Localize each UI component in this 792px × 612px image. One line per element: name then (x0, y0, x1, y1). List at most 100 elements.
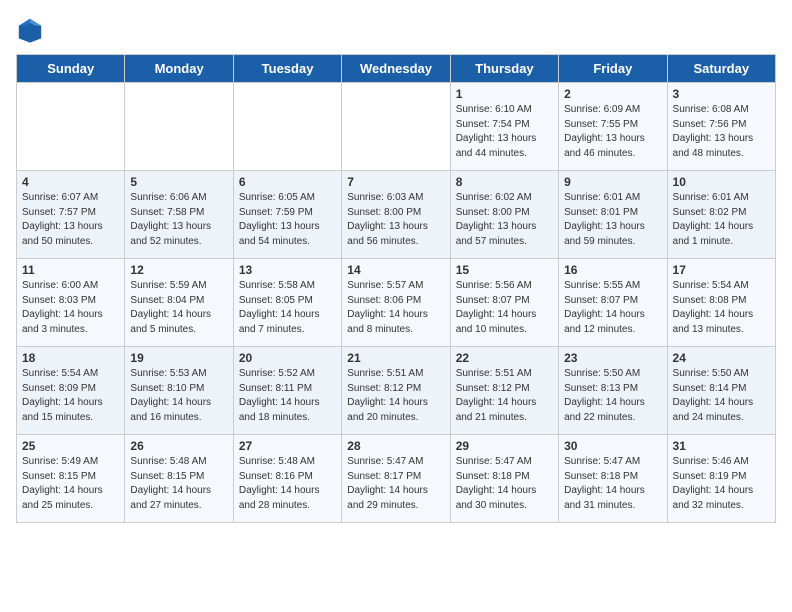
header-saturday: Saturday (667, 55, 775, 83)
cell-daylight-info: Sunrise: 5:52 AM Sunset: 8:11 PM Dayligh… (239, 367, 336, 425)
cell-daylight-info: Sunrise: 5:56 AM Sunset: 8:07 PM Dayligh… (456, 279, 553, 337)
calendar-cell: 9 Sunrise: 6:01 AM Sunset: 8:01 PM Daylig… (559, 171, 667, 259)
calendar-cell: 15Sunrise: 5:56 AM Sunset: 8:07 PM Dayli… (450, 259, 558, 347)
day-number: 9 (564, 175, 661, 189)
day-number: 6 (239, 175, 336, 189)
calendar-cell: 24Sunrise: 5:50 AM Sunset: 8:14 PM Dayli… (667, 347, 775, 435)
day-number: 11 (22, 263, 119, 277)
calendar-cell: 6 Sunrise: 6:05 AM Sunset: 7:59 PM Daylig… (233, 171, 341, 259)
calendar-cell: 16 Sunrise: 5:55 AM Sunset: 8:07 PM Dayli… (559, 259, 667, 347)
cell-daylight-info: Sunrise: 6:09 AM Sunset: 7:55 PM Dayligh… (564, 103, 661, 161)
calendar-cell (233, 83, 341, 171)
day-number: 16 (564, 263, 661, 277)
cell-daylight-info: Sunrise: 5:47 AM Sunset: 8:17 PM Dayligh… (347, 455, 444, 513)
cell-daylight-info: Sunrise: 5:54 AM Sunset: 8:08 PM Dayligh… (673, 279, 770, 337)
calendar-cell: 10 Sunrise: 6:01 AM Sunset: 8:02 PM Dayli… (667, 171, 775, 259)
day-number: 13 (239, 263, 336, 277)
logo-icon (16, 16, 44, 44)
day-number: 31 (673, 439, 770, 453)
page-header (16, 16, 776, 44)
week-row-5: 25 Sunrise: 5:49 AM Sunset: 8:15 PM Dayli… (17, 435, 776, 523)
cell-daylight-info: Sunrise: 5:46 AM Sunset: 8:19 PM Dayligh… (673, 455, 770, 513)
calendar-cell: 30 Sunrise: 5:47 AM Sunset: 8:18 PM Dayli… (559, 435, 667, 523)
calendar-cell (125, 83, 233, 171)
cell-daylight-info: Sunrise: 6:01 AM Sunset: 8:01 PM Dayligh… (564, 191, 661, 249)
day-number: 12 (130, 263, 227, 277)
cell-daylight-info: Sunrise: 5:48 AM Sunset: 8:15 PM Dayligh… (130, 455, 227, 513)
calendar-cell: 23 Sunrise: 5:50 AM Sunset: 8:13 PM Dayli… (559, 347, 667, 435)
calendar-cell: 31 Sunrise: 5:46 AM Sunset: 8:19 PM Dayli… (667, 435, 775, 523)
day-number: 5 (130, 175, 227, 189)
day-number: 1 (456, 87, 553, 101)
header-row: SundayMondayTuesdayWednesdayThursdayFrid… (17, 55, 776, 83)
day-number: 23 (564, 351, 661, 365)
calendar-cell: 25 Sunrise: 5:49 AM Sunset: 8:15 PM Dayli… (17, 435, 125, 523)
day-number: 8 (456, 175, 553, 189)
day-number: 4 (22, 175, 119, 189)
header-friday: Friday (559, 55, 667, 83)
calendar-body: 1 Sunrise: 6:10 AM Sunset: 7:54 PM Daylig… (17, 83, 776, 523)
day-number: 14 (347, 263, 444, 277)
day-number: 2 (564, 87, 661, 101)
calendar-cell: 2 Sunrise: 6:09 AM Sunset: 7:55 PM Daylig… (559, 83, 667, 171)
calendar-cell: 26 Sunrise: 5:48 AM Sunset: 8:15 PM Dayli… (125, 435, 233, 523)
cell-daylight-info: Sunrise: 6:01 AM Sunset: 8:02 PM Dayligh… (673, 191, 770, 249)
calendar-cell: 28 Sunrise: 5:47 AM Sunset: 8:17 PM Dayli… (342, 435, 450, 523)
cell-daylight-info: Sunrise: 6:06 AM Sunset: 7:58 PM Dayligh… (130, 191, 227, 249)
cell-daylight-info: Sunrise: 5:51 AM Sunset: 8:12 PM Dayligh… (347, 367, 444, 425)
cell-daylight-info: Sunrise: 6:00 AM Sunset: 8:03 PM Dayligh… (22, 279, 119, 337)
cell-daylight-info: Sunrise: 5:50 AM Sunset: 8:13 PM Dayligh… (564, 367, 661, 425)
cell-daylight-info: Sunrise: 5:54 AM Sunset: 8:09 PM Dayligh… (22, 367, 119, 425)
cell-daylight-info: Sunrise: 5:47 AM Sunset: 8:18 PM Dayligh… (456, 455, 553, 513)
week-row-3: 11 Sunrise: 6:00 AM Sunset: 8:03 PM Dayli… (17, 259, 776, 347)
cell-daylight-info: Sunrise: 5:49 AM Sunset: 8:15 PM Dayligh… (22, 455, 119, 513)
calendar-cell: 29 Sunrise: 5:47 AM Sunset: 8:18 PM Dayli… (450, 435, 558, 523)
calendar-cell: 4Sunrise: 6:07 AM Sunset: 7:57 PM Daylig… (17, 171, 125, 259)
cell-daylight-info: Sunrise: 5:47 AM Sunset: 8:18 PM Dayligh… (564, 455, 661, 513)
day-number: 10 (673, 175, 770, 189)
cell-daylight-info: Sunrise: 5:48 AM Sunset: 8:16 PM Dayligh… (239, 455, 336, 513)
day-number: 7 (347, 175, 444, 189)
cell-daylight-info: Sunrise: 5:59 AM Sunset: 8:04 PM Dayligh… (130, 279, 227, 337)
calendar-cell: 13 Sunrise: 5:58 AM Sunset: 8:05 PM Dayli… (233, 259, 341, 347)
cell-daylight-info: Sunrise: 5:57 AM Sunset: 8:06 PM Dayligh… (347, 279, 444, 337)
calendar-cell: 11 Sunrise: 6:00 AM Sunset: 8:03 PM Dayli… (17, 259, 125, 347)
day-number: 22 (456, 351, 553, 365)
cell-daylight-info: Sunrise: 5:55 AM Sunset: 8:07 PM Dayligh… (564, 279, 661, 337)
day-number: 29 (456, 439, 553, 453)
day-number: 21 (347, 351, 444, 365)
day-number: 17 (673, 263, 770, 277)
cell-daylight-info: Sunrise: 6:08 AM Sunset: 7:56 PM Dayligh… (673, 103, 770, 161)
calendar-cell: 21 Sunrise: 5:51 AM Sunset: 8:12 PM Dayli… (342, 347, 450, 435)
day-number: 19 (130, 351, 227, 365)
calendar-cell: 14 Sunrise: 5:57 AM Sunset: 8:06 PM Dayli… (342, 259, 450, 347)
calendar-cell (342, 83, 450, 171)
cell-daylight-info: Sunrise: 6:03 AM Sunset: 8:00 PM Dayligh… (347, 191, 444, 249)
header-sunday: Sunday (17, 55, 125, 83)
day-number: 26 (130, 439, 227, 453)
cell-daylight-info: Sunrise: 5:53 AM Sunset: 8:10 PM Dayligh… (130, 367, 227, 425)
cell-daylight-info: Sunrise: 5:50 AM Sunset: 8:14 PM Dayligh… (673, 367, 770, 425)
day-number: 30 (564, 439, 661, 453)
calendar-cell: 7 Sunrise: 6:03 AM Sunset: 8:00 PM Daylig… (342, 171, 450, 259)
logo (16, 16, 48, 44)
day-number: 18 (22, 351, 119, 365)
cell-daylight-info: Sunrise: 6:02 AM Sunset: 8:00 PM Dayligh… (456, 191, 553, 249)
day-number: 28 (347, 439, 444, 453)
header-thursday: Thursday (450, 55, 558, 83)
calendar-cell: 5 Sunrise: 6:06 AM Sunset: 7:58 PM Daylig… (125, 171, 233, 259)
day-number: 25 (22, 439, 119, 453)
header-wednesday: Wednesday (342, 55, 450, 83)
calendar-cell (17, 83, 125, 171)
cell-daylight-info: Sunrise: 5:51 AM Sunset: 8:12 PM Dayligh… (456, 367, 553, 425)
week-row-2: 4Sunrise: 6:07 AM Sunset: 7:57 PM Daylig… (17, 171, 776, 259)
calendar-cell: 17 Sunrise: 5:54 AM Sunset: 8:08 PM Dayli… (667, 259, 775, 347)
calendar-cell: 27Sunrise: 5:48 AM Sunset: 8:16 PM Dayli… (233, 435, 341, 523)
cell-daylight-info: Sunrise: 6:10 AM Sunset: 7:54 PM Dayligh… (456, 103, 553, 161)
calendar-cell: 20Sunrise: 5:52 AM Sunset: 8:11 PM Dayli… (233, 347, 341, 435)
header-monday: Monday (125, 55, 233, 83)
calendar-cell: 19 Sunrise: 5:53 AM Sunset: 8:10 PM Dayli… (125, 347, 233, 435)
cell-daylight-info: Sunrise: 6:05 AM Sunset: 7:59 PM Dayligh… (239, 191, 336, 249)
calendar-cell: 18 Sunrise: 5:54 AM Sunset: 8:09 PM Dayli… (17, 347, 125, 435)
cell-daylight-info: Sunrise: 5:58 AM Sunset: 8:05 PM Dayligh… (239, 279, 336, 337)
